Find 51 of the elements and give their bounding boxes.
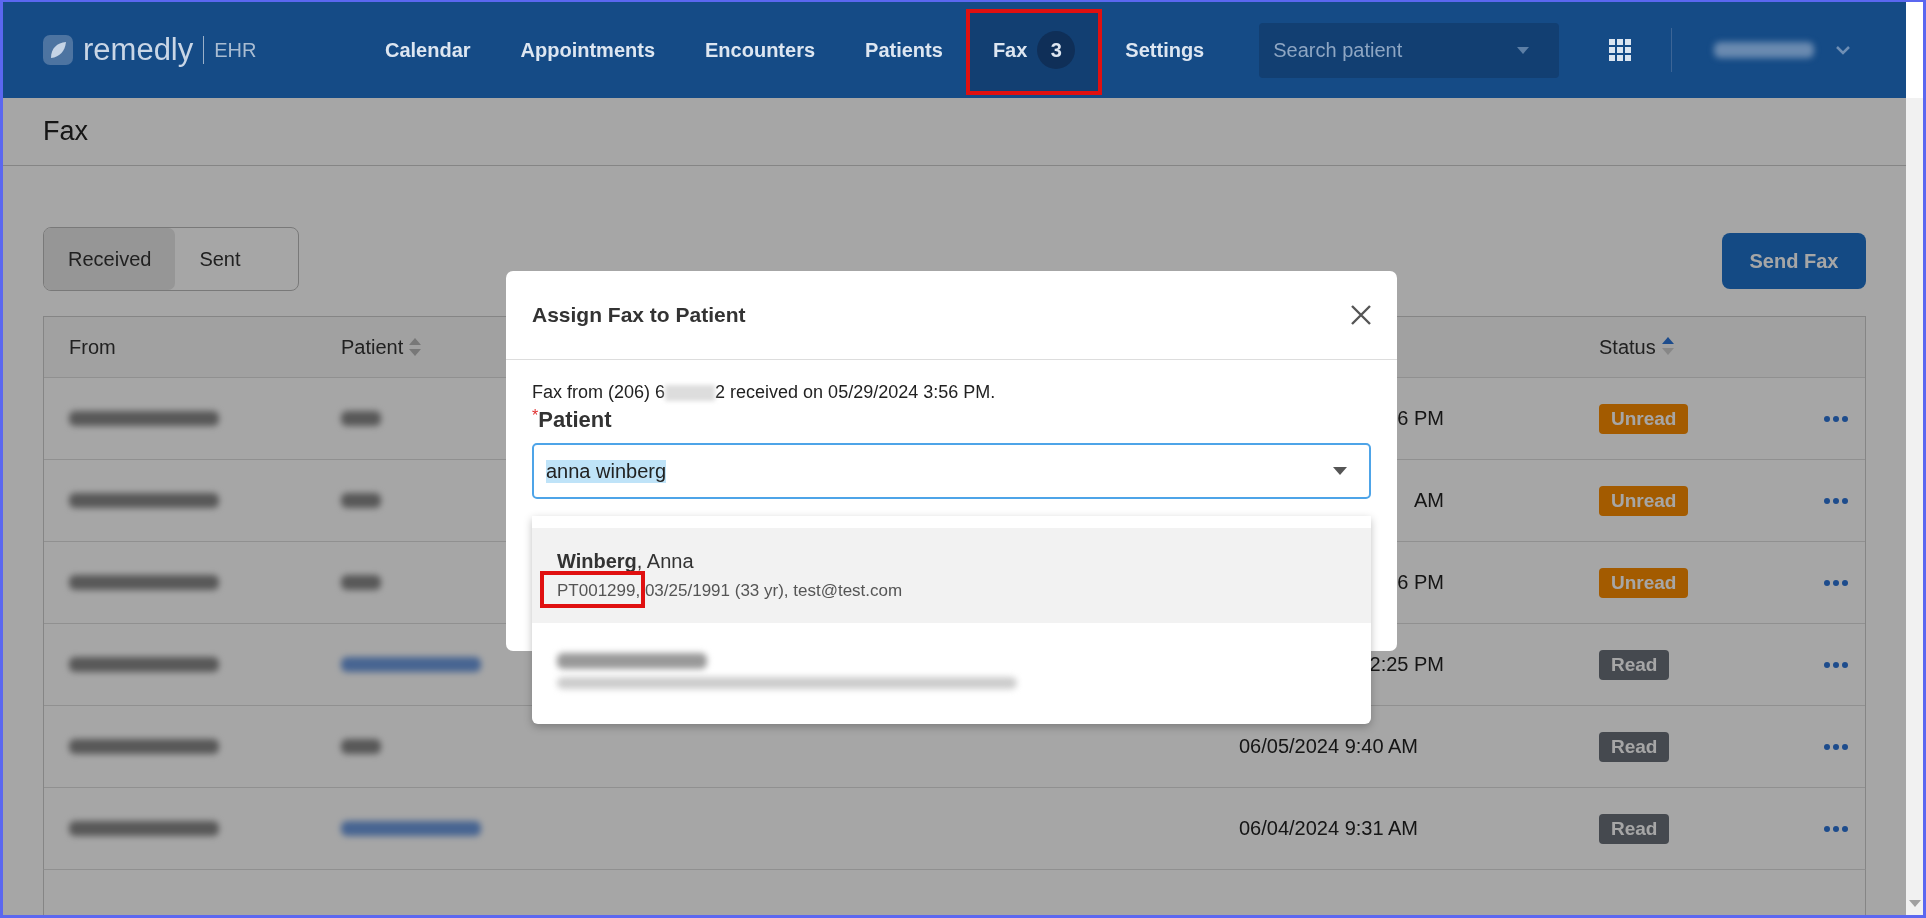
status-badge: Unread — [1599, 485, 1689, 516]
fax-info-text: Fax from (206) 6 2 received on 05/29/2024 3:56 PM. — [532, 382, 997, 403]
close-icon[interactable] — [1351, 305, 1371, 325]
search-field[interactable]: Search patient — [1259, 22, 1560, 78]
required-mark: * — [532, 407, 539, 424]
received-date: 06/04/2024 9:31 AM — [1239, 817, 1419, 840]
more-options-icon[interactable] — [1824, 497, 1848, 504]
send-fax-button[interactable]: Send Fax — [1722, 233, 1866, 289]
column-header: Patient — [341, 335, 404, 359]
sort-icon[interactable] — [1661, 336, 1674, 356]
more-options-icon[interactable] — [1824, 579, 1848, 586]
patient-select-field[interactable]: anna winberg — [532, 443, 1371, 499]
app-grid-icon[interactable] — [1609, 39, 1632, 61]
status-badge: Unread — [1599, 403, 1689, 434]
sort-icon[interactable] — [409, 337, 422, 357]
status-badge: Read — [1599, 731, 1670, 762]
count-badge: 3 — [1037, 31, 1076, 69]
page-title: Fax — [43, 116, 89, 147]
more-options-icon[interactable] — [1824, 743, 1848, 750]
tab[interactable]: Sent — [175, 228, 265, 290]
column-header: Status — [1599, 335, 1656, 359]
status-badge: Read — [1599, 813, 1670, 844]
dialog-title: Assign Fax to Patient — [532, 303, 746, 327]
received-date: 6 PM — [1396, 407, 1444, 430]
more-options-icon[interactable] — [1824, 825, 1848, 832]
status-badge: Unread — [1599, 567, 1689, 598]
received-date: 06/05/2024 9:40 AM — [1239, 735, 1419, 758]
scrollbar[interactable] — [1906, 98, 1923, 915]
received-date: AM — [1413, 489, 1444, 512]
caret-icon — [1333, 467, 1347, 475]
received-date: 2:25 PM — [1368, 653, 1444, 676]
more-options-icon[interactable] — [1824, 661, 1848, 668]
nav-tab[interactable]: Appointments — [495, 9, 681, 91]
nav-tab[interactable]: Settings — [1100, 9, 1230, 91]
field-label: Patient — [538, 407, 612, 432]
patient-option[interactable]: Winberg, Anna PT001299, 03/25/1991 (33 yr), test@test.com — [532, 528, 1371, 623]
more-options-icon[interactable] — [1824, 415, 1848, 422]
blurred-user-name[interactable] — [1714, 42, 1815, 58]
brand-product: EHR — [214, 38, 257, 62]
brand-name: remedly — [83, 32, 194, 68]
tab[interactable]: Received — [44, 228, 176, 290]
scroll-down-icon[interactable] — [1908, 900, 1921, 907]
chevron-down-icon[interactable] — [1836, 45, 1851, 55]
leaf-logo-icon — [43, 35, 73, 65]
nav-tab[interactable]: Encounters — [680, 9, 841, 91]
column-header: From — [69, 335, 116, 359]
status-badge: Read — [1599, 649, 1670, 680]
caret-icon — [1517, 46, 1530, 54]
nav-tab[interactable]: Calendar — [360, 9, 496, 91]
received-date: 6 PM — [1396, 571, 1444, 594]
nav-tab[interactable]: Patients — [840, 9, 968, 91]
